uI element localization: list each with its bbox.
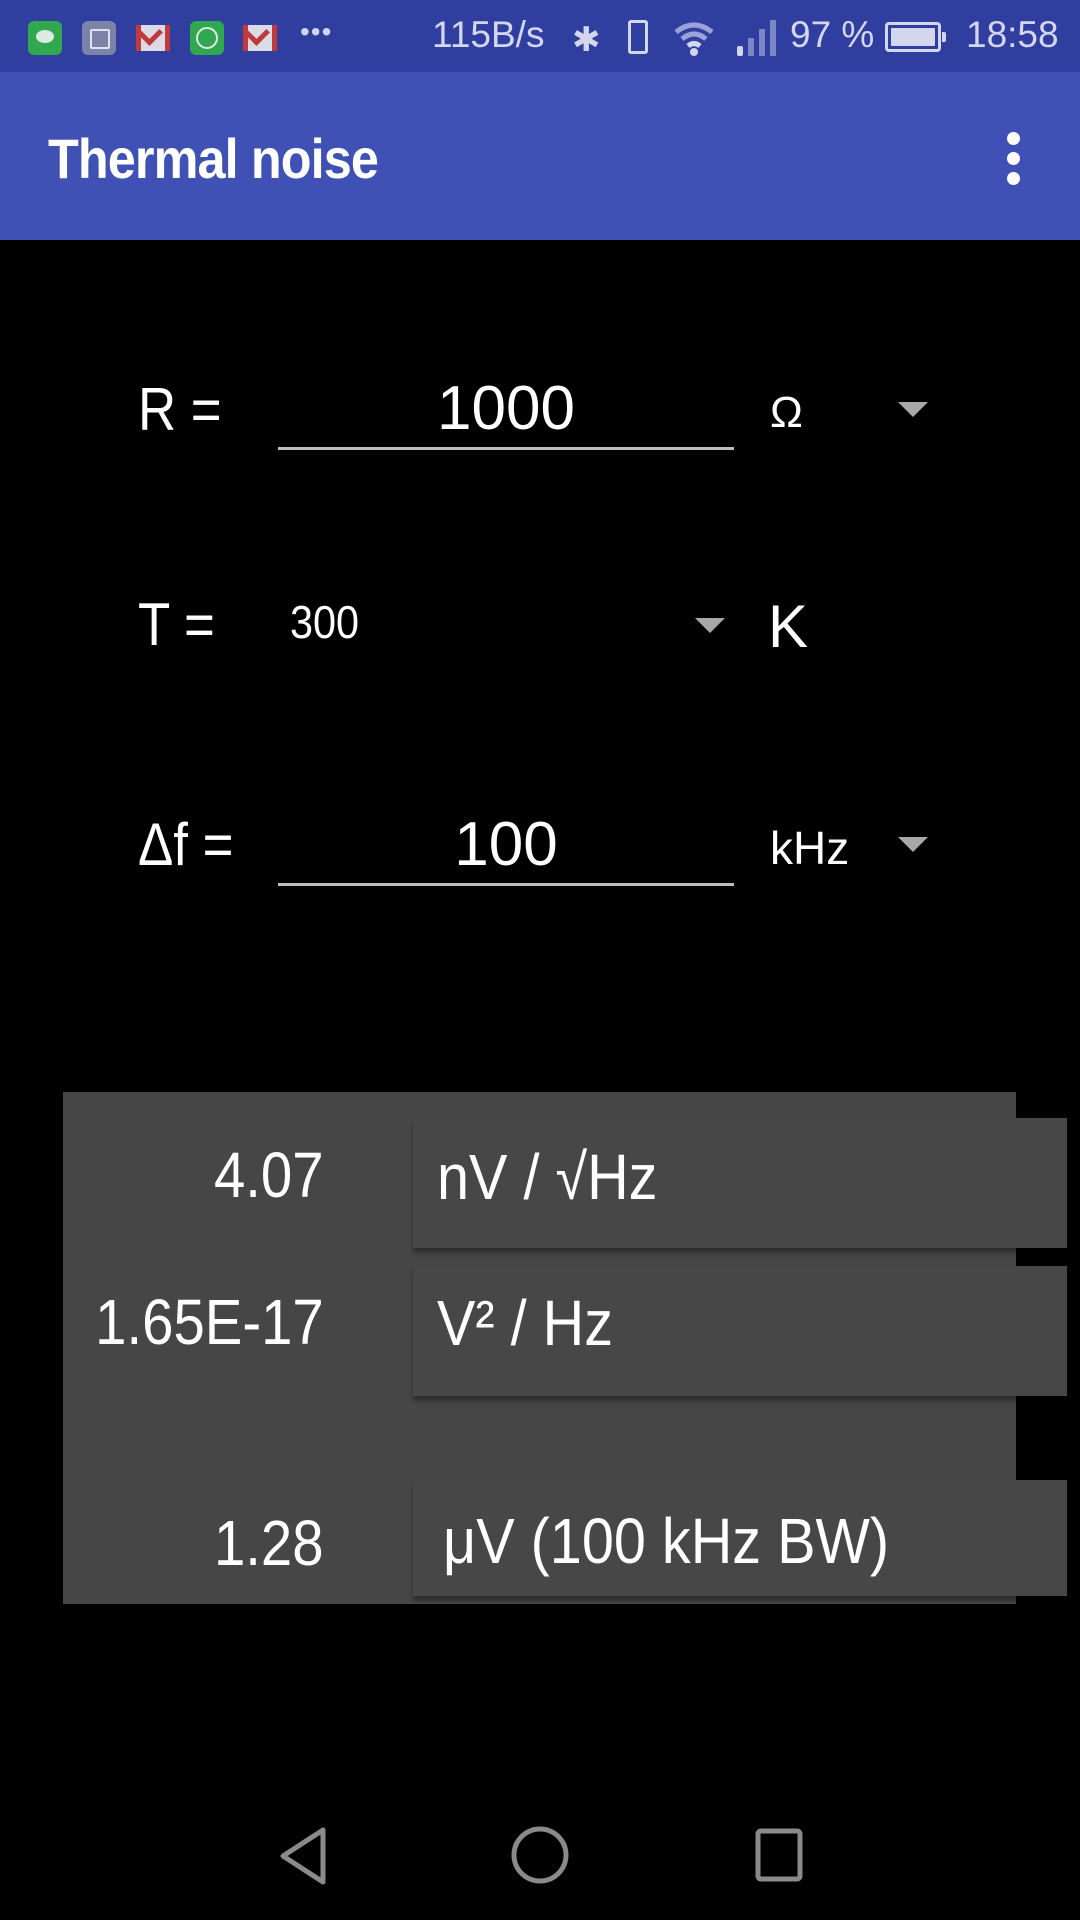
navigation-bar [0, 1760, 1080, 1920]
noise-density-unit: nV / √Hz [437, 1141, 658, 1213]
results-panel: 4.07 nV / √Hz 1.65E-17 V² / Hz 1.28 μV (… [63, 1092, 1067, 1604]
more-vert-dot [1007, 172, 1020, 185]
back-button[interactable] [265, 1820, 335, 1890]
gallery-icon [82, 21, 116, 55]
status-bar: ••• 115B/s ✱ 97 % 18:58 [0, 0, 1080, 72]
more-vert-icon [1007, 132, 1020, 145]
resistance-label: R = [138, 376, 222, 443]
rms-voltage-unit-button[interactable]: μV (100 kHz BW) [413, 1480, 1067, 1596]
power-density-value: 1.65E-17 [95, 1286, 324, 1358]
resistance-unit: Ω [770, 388, 803, 437]
messages-icon [28, 21, 62, 55]
bandwidth-input[interactable] [278, 806, 734, 886]
dropdown-arrow-icon [898, 402, 928, 417]
rms-voltage-value: 1.28 [214, 1507, 324, 1579]
resistance-input[interactable] [278, 370, 734, 450]
bandwidth-label: Δf = [138, 811, 234, 878]
rms-voltage-unit: μV (100 kHz BW) [443, 1505, 890, 1577]
recents-button[interactable] [744, 1820, 814, 1890]
temperature-dropdown[interactable]: 300 [278, 585, 738, 665]
signal-icon [737, 20, 776, 56]
noise-density-unit-button[interactable]: nV / √Hz [413, 1118, 1067, 1248]
clock: 18:58 [966, 14, 1059, 55]
home-icon [511, 1826, 569, 1884]
more-vert-dot [1007, 152, 1020, 165]
dropdown-arrow-icon [695, 618, 725, 633]
overflow-menu-button[interactable] [990, 128, 1038, 188]
gmail-icon [136, 25, 170, 51]
more-notifications-icon: ••• [300, 16, 333, 47]
wifi-icon [674, 22, 714, 56]
power-density-unit-button[interactable]: V² / Hz [413, 1266, 1067, 1396]
battery-icon [885, 22, 946, 52]
network-speed: 115B/s [432, 14, 545, 55]
temperature-unit: K [768, 593, 809, 660]
battery-percent: 97 % [790, 14, 875, 55]
dropdown-arrow-icon [898, 837, 928, 852]
home-button[interactable] [505, 1820, 575, 1890]
data-transfer-icon [190, 21, 224, 55]
power-density-unit: V² / Hz [437, 1287, 614, 1359]
noise-density-value: 4.07 [214, 1139, 324, 1211]
vibrate-icon [628, 20, 648, 54]
back-icon [280, 1827, 326, 1885]
recents-icon [755, 1828, 803, 1882]
temperature-label: T = [138, 591, 215, 658]
app-title: Thermal noise [48, 127, 379, 190]
app-bar: Thermal noise [0, 72, 1080, 240]
resistance-unit-dropdown[interactable]: Ω [760, 380, 940, 450]
temperature-value: 300 [290, 596, 360, 648]
bandwidth-unit: kHz [770, 822, 850, 874]
bandwidth-unit-dropdown[interactable]: kHz [760, 815, 940, 885]
gmail-icon [243, 25, 277, 51]
bluetooth-icon: ✱ [572, 21, 601, 59]
